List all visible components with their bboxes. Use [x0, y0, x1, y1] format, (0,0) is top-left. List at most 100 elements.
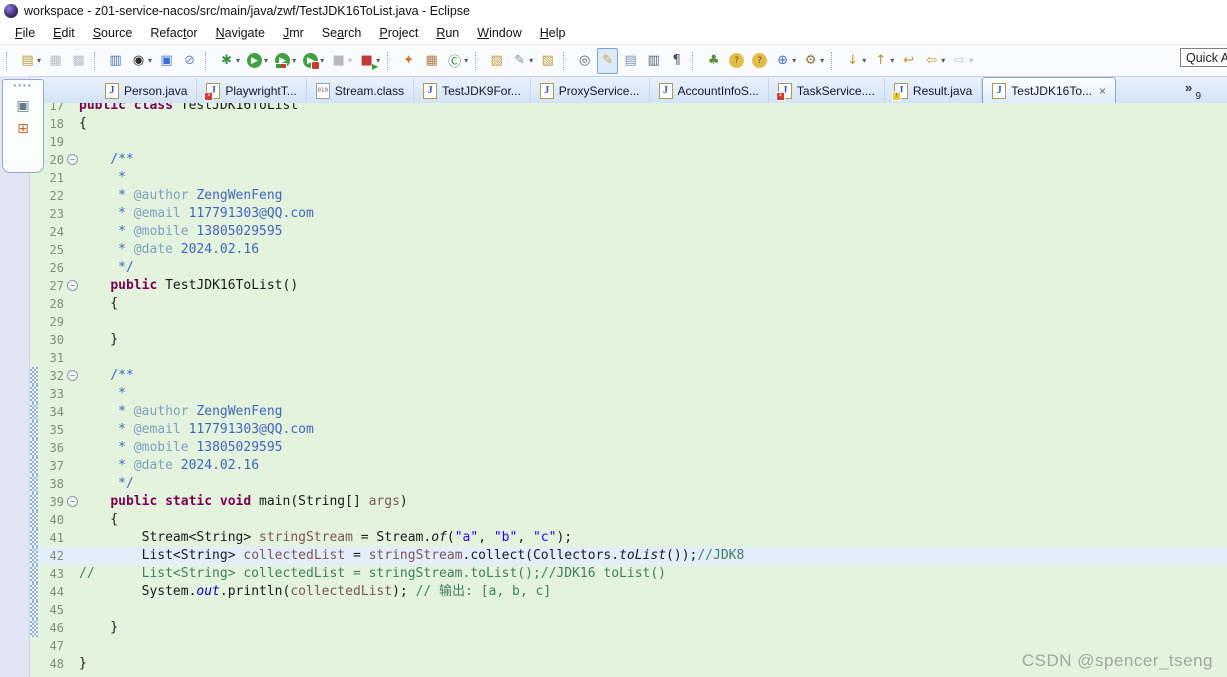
menu-jmr[interactable]: Jmr	[274, 24, 313, 42]
gutter-margin	[30, 313, 38, 331]
debug-button[interactable]: ✱▾	[216, 48, 242, 74]
search-button[interactable]: ◎	[574, 48, 595, 74]
previous-annotation-button-dropdown[interactable]: ▾	[890, 56, 894, 65]
binary-file-button[interactable]: ▥	[105, 48, 126, 74]
run-last-tool-button[interactable]: ■▶▾	[356, 48, 382, 74]
gutter-margin	[30, 331, 38, 349]
code-line-38: 38 */	[30, 475, 1227, 493]
tab-stream-class[interactable]: 010Stream.class	[307, 78, 414, 103]
line-number: 45	[38, 601, 66, 619]
new-java-wizard-button[interactable]: ✦	[398, 48, 419, 74]
menu-source[interactable]: Source	[84, 24, 142, 42]
previous-annotation-button[interactable]: ↑▾	[870, 48, 896, 74]
menu-file[interactable]: File	[6, 24, 44, 42]
code-line-32: 32− /**	[30, 367, 1227, 385]
new-wizard-button[interactable]: ▤▾	[17, 48, 43, 74]
code-line-18: 18{	[30, 115, 1227, 133]
show-selected-element-toggle[interactable]: ▥	[643, 48, 664, 74]
tab-taskservice[interactable]: J× TaskService....	[769, 78, 885, 103]
run-button-dropdown[interactable]: ▾	[264, 56, 268, 65]
external-tools-button[interactable]: ⚙▾	[800, 48, 826, 74]
warning-badge-icon: !	[892, 92, 901, 101]
menu-help[interactable]: Help	[531, 24, 575, 42]
open-type-button[interactable]: ▧	[486, 48, 507, 74]
help-contents-button[interactable]: ?	[749, 48, 770, 74]
toolbar-separator	[831, 52, 838, 70]
new-class-button[interactable]: Ⓒ▾	[444, 48, 470, 74]
fold-collapse-icon[interactable]: −	[67, 370, 78, 381]
user-account-button[interactable]: ◉▾	[128, 48, 154, 74]
line-number: 28	[38, 295, 66, 313]
next-annotation-button-dropdown[interactable]: ▾	[862, 56, 866, 65]
menu-navigate[interactable]: Navigate	[207, 24, 274, 42]
fold-collapse-icon[interactable]: −	[67, 154, 78, 165]
line-number: 25	[38, 241, 66, 259]
new-markup-button-dropdown[interactable]: ▾	[529, 56, 533, 65]
tree-view-icon[interactable]: ⊞	[17, 122, 29, 136]
code-text: * @date 2024.02.16	[79, 457, 259, 475]
tab-playwrightt[interactable]: J×PlaywrightT...	[197, 78, 306, 103]
tab-result-java[interactable]: J!Result.java	[885, 78, 982, 103]
show-whitespace-toggle[interactable]: ¶	[666, 48, 687, 74]
menu-project[interactable]: Project	[370, 24, 427, 42]
console-button[interactable]: ▣	[156, 48, 177, 74]
web-browser-button[interactable]: ⊕▾	[772, 48, 798, 74]
tab-accountinfos[interactable]: JAccountInfoS...	[650, 78, 769, 103]
code-line-29: 29	[30, 313, 1227, 331]
next-annotation-button[interactable]: ↓▾	[842, 48, 868, 74]
fold-collapse-icon[interactable]: −	[67, 496, 78, 507]
gutter-margin	[30, 259, 38, 277]
new-package-button[interactable]: ▦	[421, 48, 442, 74]
debug-button-dropdown[interactable]: ▾	[236, 56, 240, 65]
web-browser-button-dropdown[interactable]: ▾	[792, 56, 796, 65]
profile-button-dropdown[interactable]: ▾	[320, 56, 324, 65]
menu-run[interactable]: Run	[427, 24, 468, 42]
tab-testjdk9for[interactable]: JTestJDK9For...	[414, 78, 531, 103]
plugin-leaf-button[interactable]: ♣	[703, 48, 724, 74]
method-range-indicator	[30, 403, 38, 421]
tab-overflow-button[interactable]: »9	[1185, 83, 1201, 101]
coverage-button[interactable]: ▶▾	[272, 48, 298, 74]
line-number: 38	[38, 475, 66, 493]
menu-edit[interactable]: Edit	[44, 24, 84, 42]
code-editor[interactable]: 17public class TestJDK16ToList18{1920− /…	[30, 103, 1227, 677]
new-class-button-dropdown[interactable]: ▾	[464, 56, 468, 65]
gutter-margin	[30, 349, 38, 367]
java-file-icon: J!	[894, 83, 908, 99]
tab-testjdk16to[interactable]: JTestJDK16To...×	[982, 77, 1116, 103]
menu-window[interactable]: Window	[468, 24, 530, 42]
tab-person-java[interactable]: JPerson.java	[96, 78, 197, 103]
profile-button[interactable]: ▶▾	[300, 48, 326, 74]
run-last-tool-button-dropdown[interactable]: ▾	[376, 56, 380, 65]
menu-search[interactable]: Search	[313, 24, 371, 42]
back-button[interactable]: ⇦▾	[921, 48, 947, 74]
new-wizard-button-dropdown[interactable]: ▾	[37, 56, 41, 65]
error-badge-icon: ×	[204, 92, 213, 101]
mark-occurrences-toggle[interactable]: ✎	[597, 48, 618, 74]
last-edit-location-button[interactable]: ↩	[898, 48, 919, 74]
user-account-button-dropdown[interactable]: ▾	[148, 56, 152, 65]
back-button-dropdown[interactable]: ▾	[941, 56, 945, 65]
method-range-indicator	[30, 421, 38, 439]
tab-close-icon[interactable]: ×	[1099, 85, 1106, 97]
menu-refactor[interactable]: Refactor	[141, 24, 206, 42]
restore-view-icon[interactable]: ▣	[16, 99, 29, 113]
quick-access-input[interactable]: Quick A	[1180, 48, 1227, 67]
method-range-indicator	[30, 601, 38, 619]
coverage-button-dropdown[interactable]: ▾	[292, 56, 296, 65]
panel-grip[interactable]: ••••	[13, 82, 32, 90]
java-file-icon: J	[540, 83, 554, 99]
help-search-button[interactable]: ?	[726, 48, 747, 74]
code-line-46: 46 }	[30, 619, 1227, 637]
external-tools-button-dropdown[interactable]: ▾	[820, 56, 824, 65]
java-file-icon: J×	[778, 83, 792, 99]
run-button[interactable]: ▶▾	[244, 48, 270, 74]
clear-marks-button[interactable]: ⊘	[179, 48, 200, 74]
next-edit-button[interactable]: ▤	[620, 48, 641, 74]
tab-proxyservice[interactable]: JProxyService...	[531, 78, 650, 103]
new-markup-button[interactable]: ✎▾	[509, 48, 535, 74]
fold-collapse-icon[interactable]: −	[67, 280, 78, 291]
open-resource-button[interactable]: ▧	[537, 48, 558, 74]
method-range-indicator	[30, 457, 38, 475]
tab-label: TaskService....	[797, 84, 875, 98]
